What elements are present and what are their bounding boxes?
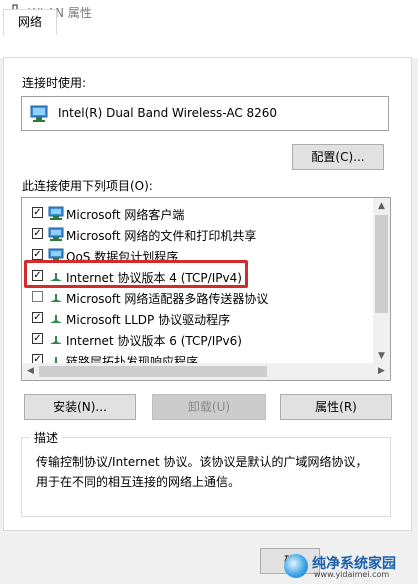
install-button[interactable]: 安装(N)... — [24, 394, 136, 420]
items-label: 此连接使用下列项目(O): — [22, 179, 153, 193]
checkbox[interactable]: ✓ — [32, 228, 43, 239]
vertical-scrollbar[interactable]: ▲ ▼ — [373, 198, 390, 364]
protocol-icon — [50, 294, 62, 302]
configure-button[interactable]: 配置(C)... — [292, 144, 384, 170]
network-adapter-icon — [30, 105, 48, 122]
checkbox[interactable]: ✓ — [32, 207, 43, 218]
scroll-left-icon[interactable]: ◀ — [22, 366, 39, 376]
title-bar: WLAN 属性 — [0, 0, 418, 24]
list-item[interactable]: ✓ Microsoft 网络客户端 — [22, 203, 377, 224]
list-item[interactable]: ✓ Internet 协议版本 6 (TCP/IPv6) — [22, 329, 377, 350]
protocol-icon — [50, 336, 62, 344]
list-item-label: Microsoft 网络的文件和打印机共享 — [66, 229, 257, 243]
description-text: 传输控制协议/Internet 协议。该协议是默认的广域网络协议，用于在不同的相… — [36, 455, 368, 489]
tab-strip — [0, 24, 418, 58]
scroll-up-icon[interactable]: ▲ — [373, 201, 390, 211]
watermark-logo-icon — [284, 554, 308, 578]
checkbox[interactable]: ✓ — [32, 333, 43, 344]
uninstall-button[interactable]: 卸载(U) — [152, 394, 266, 420]
description-title: 描述 — [30, 429, 63, 446]
horizontal-scroll-thumb[interactable] — [39, 366, 267, 377]
network-client-icon — [48, 206, 64, 220]
tab-network[interactable]: 网络 — [3, 9, 57, 35]
list-item-label: Microsoft LLDP 协议驱动程序 — [66, 313, 231, 327]
highlight-annotation — [24, 260, 248, 288]
list-item-label: Microsoft 网络客户端 — [66, 208, 185, 222]
list-item-label: Microsoft 网络适配器多路传送器协议 — [66, 292, 269, 306]
scroll-down-icon[interactable]: ▼ — [373, 351, 390, 361]
connect-using-label: 连接时使用: — [22, 76, 87, 90]
checkbox[interactable] — [32, 291, 43, 302]
list-item[interactable]: ✓ Microsoft LLDP 协议驱动程序 — [22, 308, 377, 329]
adapter-name: Intel(R) Dual Band Wireless-AC 8260 — [58, 106, 278, 120]
scroll-right-icon[interactable]: ▶ — [373, 366, 390, 376]
components-list[interactable]: ✓ Microsoft 网络客户端 ✓ Microsoft 网络的文件和打印机共… — [21, 197, 391, 381]
list-item[interactable]: Microsoft 网络适配器多路传送器协议 — [22, 287, 377, 308]
checkbox[interactable]: ✓ — [32, 249, 43, 260]
list-item[interactable]: ✓ Microsoft 网络的文件和打印机共享 — [22, 224, 377, 245]
protocol-icon — [50, 315, 62, 323]
list-item-label: Internet 协议版本 6 (TCP/IPv6) — [66, 334, 242, 348]
vertical-scroll-thumb[interactable] — [375, 215, 388, 313]
adapter-field: Intel(R) Dual Band Wireless-AC 8260 — [21, 96, 389, 131]
checkbox[interactable]: ✓ — [32, 312, 43, 323]
properties-button[interactable]: 属性(R) — [280, 394, 392, 420]
watermark-url: www.yidaimei.com — [314, 570, 390, 579]
horizontal-scrollbar[interactable]: ◀ ▶ — [22, 363, 390, 380]
file-sharing-icon — [48, 227, 64, 241]
watermark: 纯净系统家园 www.yidaimei.com — [284, 553, 418, 581]
